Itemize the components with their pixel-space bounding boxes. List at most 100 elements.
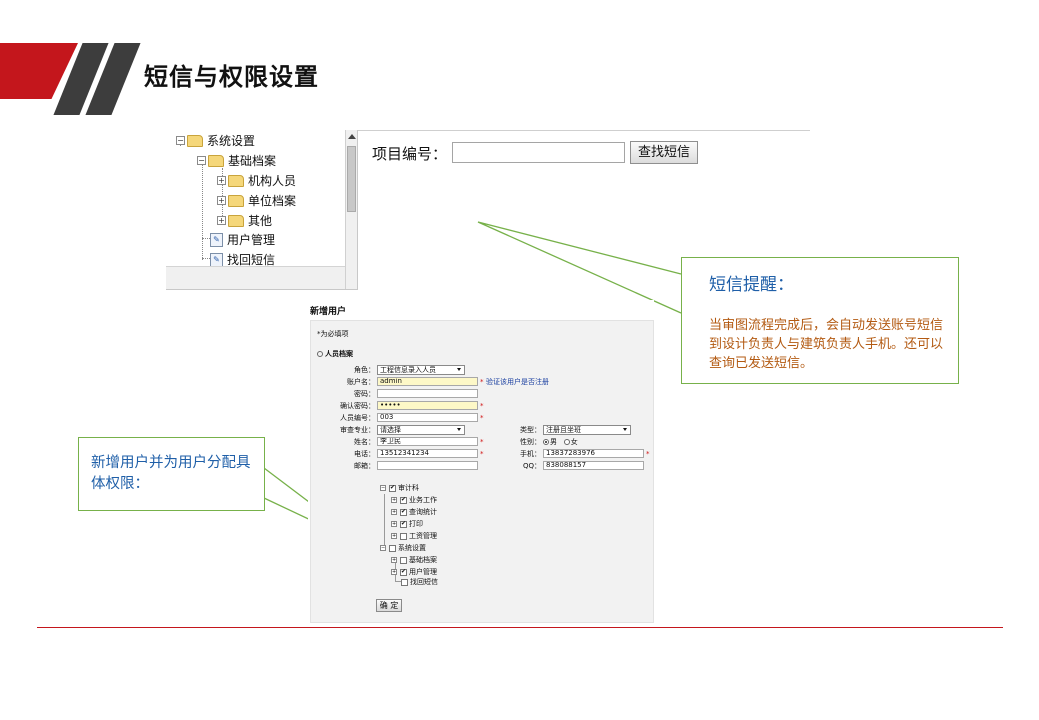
staff-number-input[interactable]: 003 bbox=[377, 413, 478, 422]
add-user-form: 新增用户 *为必填项 人员档案 角色： 工程信息录入人员 账户名： admin … bbox=[308, 300, 654, 623]
mobile-input[interactable]: 13837283976 bbox=[543, 449, 644, 458]
collapse-icon[interactable]: − bbox=[176, 136, 185, 145]
expand-icon[interactable]: + bbox=[391, 521, 397, 527]
perm-checkbox[interactable] bbox=[400, 508, 407, 516]
tree-node-system-settings[interactable]: − 系统设置 bbox=[176, 132, 255, 149]
sms-callout-title: 短信提醒： bbox=[709, 275, 794, 295]
perm-node-business[interactable]: + 业务工作 bbox=[391, 495, 437, 505]
perm-label: 审计科 bbox=[398, 484, 419, 492]
tree-node-unit-archive[interactable]: + 单位档案 bbox=[217, 192, 296, 209]
confirm-password-input[interactable]: ••••• bbox=[377, 401, 478, 410]
role-select[interactable]: 工程信息录入人员 bbox=[377, 365, 465, 375]
perm-node-user-management[interactable]: + 用户管理 bbox=[391, 567, 437, 577]
perm-node-basic-archive[interactable]: + 基础档案 bbox=[391, 555, 437, 565]
perm-node-system-settings[interactable]: − 系统设置 bbox=[380, 543, 426, 553]
tree-node-label: 用户管理 bbox=[227, 233, 276, 247]
perm-node-audit[interactable]: − 审计科 bbox=[380, 483, 419, 493]
perm-node-query-stats[interactable]: + 查询统计 bbox=[391, 507, 437, 517]
content-divider bbox=[358, 130, 810, 131]
gender-male-radio[interactable] bbox=[543, 439, 549, 445]
section-title: 人员档案 bbox=[325, 350, 353, 358]
tree-node-label: 机构人员 bbox=[248, 174, 297, 188]
role-select-value: 工程信息录入人员 bbox=[380, 366, 436, 374]
account-input[interactable]: admin bbox=[377, 377, 478, 386]
bottom-rule bbox=[37, 627, 1003, 628]
collapse-icon[interactable]: − bbox=[380, 545, 386, 551]
folder-icon bbox=[228, 194, 244, 207]
perm-label: 找回短信 bbox=[410, 578, 438, 586]
scroll-up-icon[interactable] bbox=[348, 134, 356, 139]
folder-icon bbox=[228, 214, 244, 227]
expand-icon[interactable]: + bbox=[391, 557, 397, 563]
project-number-input[interactable] bbox=[452, 142, 625, 163]
tree-node-user-management[interactable]: ✎ 用户管理 bbox=[210, 231, 275, 248]
page-icon: ✎ bbox=[210, 232, 223, 247]
perm-label: 用户管理 bbox=[409, 568, 437, 576]
specialty-select-value: 请选择 bbox=[380, 426, 401, 434]
expand-icon[interactable]: + bbox=[391, 509, 397, 515]
scroll-thumb[interactable] bbox=[347, 146, 356, 212]
tree-scrollbar[interactable] bbox=[345, 130, 357, 289]
expand-icon[interactable]: + bbox=[391, 569, 397, 575]
project-number-label: 项目编号： bbox=[372, 145, 448, 163]
perm-checkbox[interactable] bbox=[400, 520, 407, 528]
expand-icon[interactable]: + bbox=[217, 176, 226, 185]
perm-checkbox[interactable] bbox=[400, 532, 407, 540]
required-star: * bbox=[646, 450, 650, 458]
gender-male-label: 男 bbox=[550, 438, 557, 446]
expand-icon[interactable]: + bbox=[217, 196, 226, 205]
collapse-icon[interactable]: − bbox=[380, 485, 386, 491]
gender-female-label: 女 bbox=[570, 438, 578, 446]
perm-node-print[interactable]: + 打印 bbox=[391, 519, 423, 529]
phone-input[interactable]: 13512341234 bbox=[377, 449, 478, 458]
sms-callout-body: 当审图流程完成后，会自动发送账号短信到设计负责人与建筑负责人手机。还可以查询已发… bbox=[709, 318, 944, 371]
collapse-icon[interactable]: − bbox=[197, 156, 206, 165]
qq-input[interactable]: 838088157 bbox=[543, 461, 644, 470]
gender-female-radio[interactable] bbox=[563, 439, 570, 445]
gender-radio-group[interactable]: 男 女 bbox=[543, 437, 578, 447]
confirm-button[interactable]: 确 定 bbox=[376, 599, 402, 612]
type-select-value: 注册且坐班 bbox=[546, 426, 581, 434]
perm-checkbox[interactable] bbox=[389, 544, 396, 552]
perm-node-salary[interactable]: + 工资管理 bbox=[391, 531, 437, 541]
email-input[interactable] bbox=[377, 461, 478, 470]
expand-icon[interactable]: + bbox=[391, 497, 397, 503]
password-label: 密码： bbox=[354, 390, 375, 398]
name-label: 姓名： bbox=[354, 438, 375, 446]
tree-empty-area bbox=[166, 266, 348, 289]
tree-area: − 系统设置 − 基础档案 + 机构人员 + 单位档案 + 其他 ✎ 用户管理 bbox=[166, 130, 348, 267]
name-input[interactable]: 李卫民 bbox=[377, 437, 478, 446]
perm-checkbox[interactable] bbox=[400, 568, 407, 576]
tree-node-basic-archive[interactable]: − 基础档案 bbox=[197, 152, 276, 169]
confirm-password-label: 确认密码： bbox=[340, 402, 375, 410]
perm-node-recover-sms[interactable]: 找回短信 bbox=[401, 577, 438, 587]
tree-node-other[interactable]: + 其他 bbox=[217, 212, 272, 229]
mobile-label: 手机： bbox=[520, 450, 541, 458]
add-user-callout-body: 新增用户并为用户分配具体权限： bbox=[91, 455, 251, 492]
expand-icon[interactable]: + bbox=[391, 533, 397, 539]
expand-icon[interactable]: + bbox=[217, 216, 226, 225]
collapse-section-icon[interactable] bbox=[317, 351, 323, 357]
perm-checkbox[interactable] bbox=[389, 484, 396, 492]
phone-label: 电话： bbox=[354, 450, 375, 458]
type-select[interactable]: 注册且坐班 bbox=[543, 425, 631, 435]
required-star: * bbox=[480, 378, 484, 386]
perm-checkbox[interactable] bbox=[400, 556, 407, 564]
sms-reminder-callout: 短信提醒： 当审图流程完成后，会自动发送账号短信到设计负责人与建筑负责人手机。还… bbox=[681, 257, 959, 384]
gender-label: 性别： bbox=[520, 438, 541, 446]
email-label: 邮箱： bbox=[354, 462, 375, 470]
perm-checkbox[interactable] bbox=[400, 496, 407, 504]
section-header[interactable]: 人员档案 bbox=[317, 349, 353, 359]
password-input[interactable] bbox=[377, 389, 478, 398]
perm-checkbox[interactable] bbox=[401, 578, 408, 586]
perm-label: 工资管理 bbox=[409, 532, 437, 540]
tree-node-label: 单位档案 bbox=[248, 194, 297, 208]
find-sms-button[interactable]: 查找短信 bbox=[630, 141, 698, 164]
perm-label: 基础档案 bbox=[409, 556, 437, 564]
folder-icon bbox=[187, 134, 203, 147]
verify-account-link[interactable]: 验证该用户是否注册 bbox=[486, 377, 549, 387]
folder-icon bbox=[228, 174, 244, 187]
system-tree-panel: − 系统设置 − 基础档案 + 机构人员 + 单位档案 + 其他 ✎ 用户管理 bbox=[166, 130, 358, 290]
tree-node-org-staff[interactable]: + 机构人员 bbox=[217, 172, 296, 189]
specialty-select[interactable]: 请选择 bbox=[377, 425, 465, 435]
